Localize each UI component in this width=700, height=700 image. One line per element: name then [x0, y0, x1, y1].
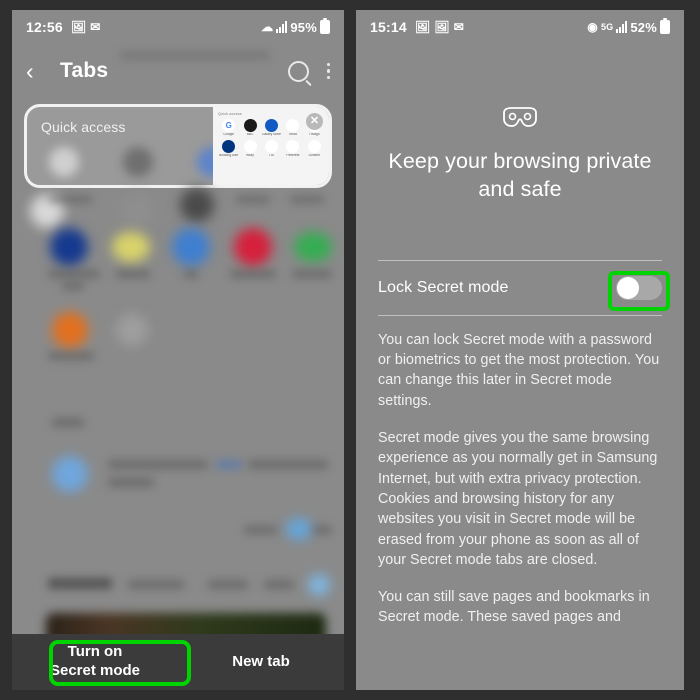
quick-access-site[interactable]: Booking.com	[218, 139, 239, 158]
secret-mode-intro: Keep your browsing private and safe Lock…	[356, 106, 684, 690]
site-name-label: BBC	[246, 133, 254, 136]
site-favicon-icon	[264, 139, 278, 153]
site-name-label: Dunelm	[308, 153, 320, 157]
quick-access-site[interactable]: BBC	[239, 119, 260, 137]
quick-access-card[interactable]: Quick access Quick access G Google BBC Gala…	[24, 104, 332, 188]
right-phone-panel: 15:14 🖼 🖼 ✉ ◉ 5G 52% Keep your browsing …	[356, 10, 684, 690]
site-favicon-icon	[286, 139, 300, 153]
status-bar-right: 15:14 🖼 🖼 ✉ ◉ 5G 52%	[356, 10, 684, 44]
lock-secret-mode-label: Lock Secret mode	[378, 278, 509, 296]
close-icon[interactable]: ✕	[306, 113, 323, 130]
description-paragraph: You can still save pages and bookmarks i…	[378, 589, 650, 626]
site-name-label: Trivago	[308, 133, 320, 136]
lock-secret-mode-row[interactable]: Lock Secret mode	[378, 261, 670, 315]
secret-mode-description: You can lock Secret mode with a password…	[378, 330, 662, 628]
blurred-favicons	[49, 147, 227, 177]
blurred-tab-grid[interactable]	[12, 188, 344, 653]
back-button[interactable]: ‹	[26, 59, 52, 83]
tabs-header: ‹ Tabs	[12, 44, 344, 98]
overflow-menu-icon[interactable]	[326, 62, 330, 80]
site-name-label: Pinterest	[286, 153, 300, 157]
site-favicon-icon	[307, 139, 321, 153]
description-paragraph: Secret mode gives you the same browsing …	[378, 430, 658, 568]
quick-access-site[interactable]: eBay	[239, 139, 260, 158]
site-favicon-icon	[264, 119, 278, 132]
quick-access-site[interactable]: Tesco	[282, 119, 303, 137]
site-favicon-icon	[243, 139, 257, 153]
page-title: Tabs	[60, 59, 109, 82]
status-left-group: 12:56 🖼 ✉	[26, 19, 101, 35]
secret-mode-title: Keep your browsing private and safe	[388, 149, 652, 201]
status-clock: 15:14	[370, 19, 407, 35]
bottom-action-bar: Turn on Secret mode New tab	[12, 634, 344, 690]
battery-icon	[320, 18, 330, 34]
network-type-label: 5G	[600, 21, 614, 32]
site-name-label: TUI	[268, 153, 275, 157]
header-actions	[287, 60, 330, 82]
hotspot-icon: ◉	[587, 20, 598, 34]
divider-bottom	[378, 314, 662, 316]
quick-access-site[interactable]: G Google	[218, 119, 239, 137]
site-name-label: Booking.com	[219, 153, 239, 157]
screenshot-root: 12:56 🖼 ✉ ☁ 95% ‹ Tabs Quick access Quic…	[0, 0, 700, 700]
site-name-label: Galaxy Store	[261, 133, 282, 136]
quick-access-site[interactable]: TUI	[261, 139, 282, 158]
status-left-group-right: 15:14 🖼 🖼 ✉	[370, 19, 464, 35]
new-tab-button[interactable]: New tab	[178, 653, 344, 672]
mail-icon: ✉	[453, 20, 464, 34]
status-right-group: ☁ 95%	[261, 18, 330, 35]
battery-percent-label: 52%	[630, 19, 657, 35]
image-icon: 🖼	[414, 20, 431, 34]
status-clock: 12:56	[26, 19, 63, 35]
quick-access-site[interactable]: Dunelm	[304, 139, 325, 158]
status-bar-left: 12:56 🖼 ✉ ☁ 95%	[12, 10, 344, 44]
site-favicon-icon	[243, 119, 257, 132]
status-right-group-right: ◉ 5G 52%	[587, 18, 670, 35]
signal-bars-icon	[616, 21, 628, 33]
site-name-label: Google	[223, 133, 235, 136]
site-favicon-icon: G	[222, 119, 236, 132]
mail-icon: ✉	[90, 20, 101, 34]
image-icon: 🖼	[70, 20, 87, 34]
image-icon: 🖼	[434, 20, 450, 34]
site-favicon-icon	[222, 139, 236, 153]
highlight-box-lock-toggle	[608, 270, 670, 311]
quick-access-site[interactable]: Galaxy Store	[261, 119, 282, 137]
site-name-label: eBay	[246, 153, 254, 157]
signal-bars-icon	[276, 21, 288, 33]
highlight-box-turn-on-secret-mode	[49, 640, 191, 686]
site-name-label: Tesco	[288, 133, 298, 136]
search-icon[interactable]	[287, 60, 309, 82]
quick-access-site[interactable]: Pinterest	[282, 139, 303, 158]
battery-icon	[660, 18, 670, 34]
secret-mode-mask-icon	[378, 106, 662, 132]
site-favicon-icon	[286, 119, 300, 132]
battery-percent-label: 95%	[290, 19, 317, 35]
left-phone-panel: 12:56 🖼 ✉ ☁ 95% ‹ Tabs Quick access Quic…	[12, 10, 344, 690]
description-paragraph: You can lock Secret mode with a password…	[378, 331, 660, 409]
wifi-icon: ☁	[261, 20, 274, 34]
